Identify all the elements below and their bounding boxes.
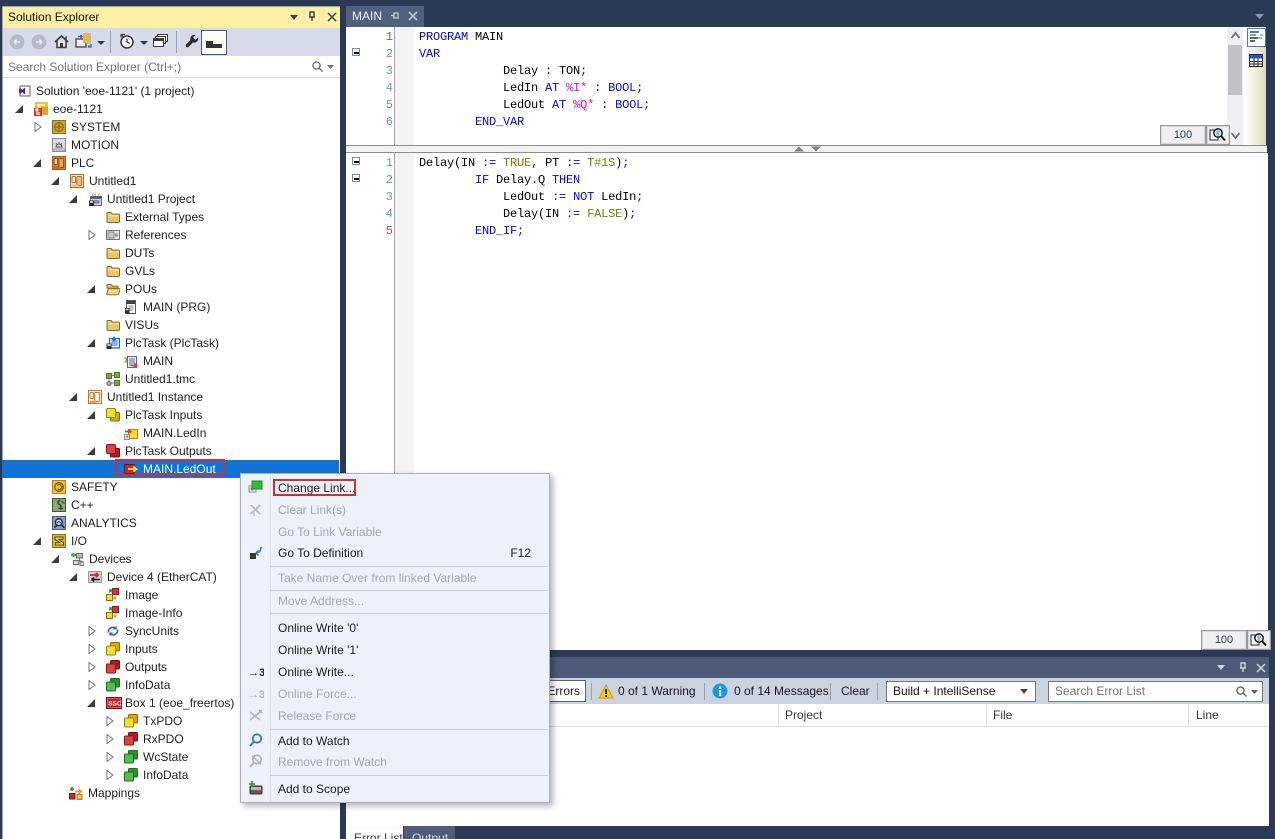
svg-text:SSC: SSC bbox=[108, 701, 122, 708]
svg-text:→3: →3 bbox=[248, 689, 264, 701]
svg-text:→3: →3 bbox=[248, 667, 264, 679]
